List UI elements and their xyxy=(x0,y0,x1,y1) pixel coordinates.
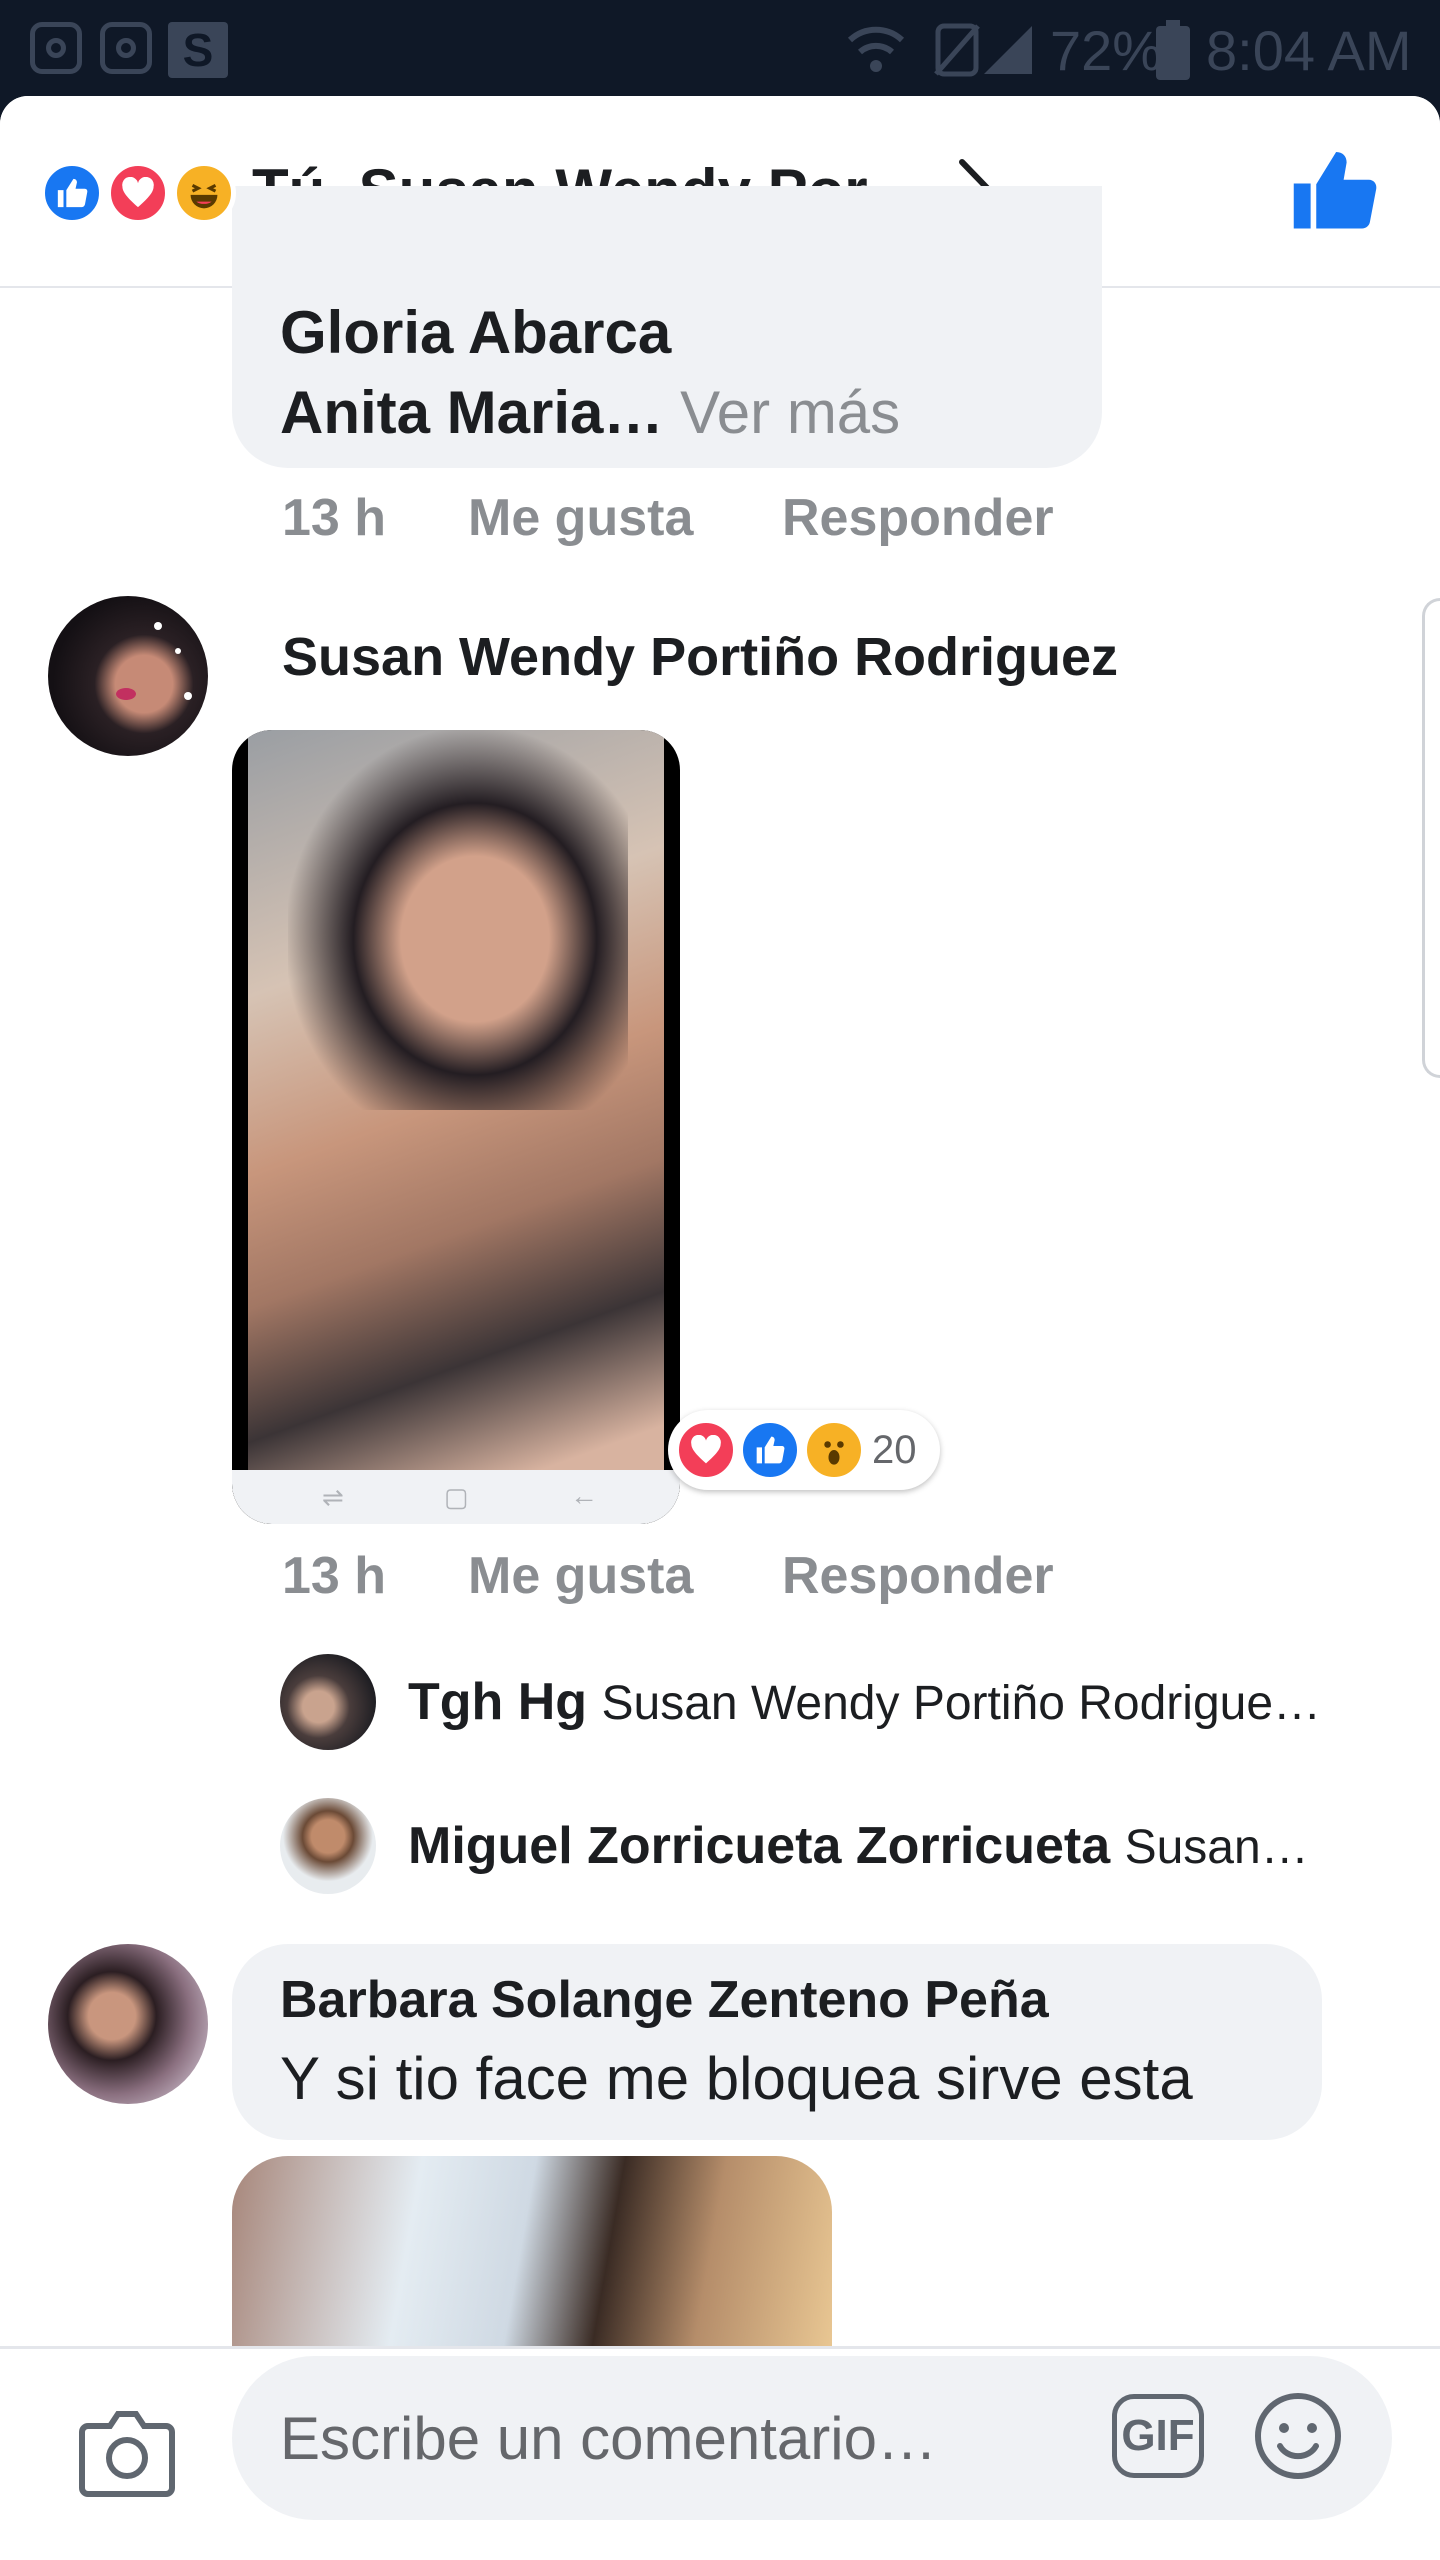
like-button-icon[interactable] xyxy=(1290,146,1380,236)
avatar-tgh[interactable] xyxy=(280,1654,376,1750)
wifi-icon xyxy=(847,26,905,72)
scrollbar-thumb[interactable] xyxy=(1422,598,1440,1078)
device-nav-bar: ⇌ ▢ ← xyxy=(232,1470,680,1524)
reply-preview-row[interactable]: Miguel Zorricueta Zorricueta Susan… xyxy=(280,1798,1400,1898)
comment-timestamp: 13 h xyxy=(282,489,387,547)
gif-button[interactable]: GIF xyxy=(1112,2394,1204,2478)
comment-author[interactable]: Gloria Abarca xyxy=(280,298,671,367)
reaction-summary-pill[interactable]: 20 xyxy=(668,1410,940,1490)
reply-button[interactable]: Responder xyxy=(782,488,1054,548)
instagram-icon xyxy=(30,22,82,74)
emoji-icon[interactable] xyxy=(1252,2390,1344,2482)
comment-author[interactable]: Barbara Solange Zenteno Peña xyxy=(280,1970,1049,2030)
camera-icon[interactable] xyxy=(78,2406,176,2498)
sparkle-decoration xyxy=(116,622,192,700)
battery-percent: 72% xyxy=(1050,19,1163,82)
reaction-count: 20 xyxy=(872,1428,917,1472)
reply-preview-row[interactable]: Tgh Hg Susan Wendy Portiño Rodrigue… xyxy=(280,1654,1400,1754)
mention-name[interactable]: Anita Maria… xyxy=(280,379,663,446)
comment-photo-attachment[interactable] xyxy=(232,2156,832,2356)
avatar-miguel[interactable] xyxy=(280,1798,376,1894)
love-reaction-icon xyxy=(106,161,170,225)
reply-text: Miguel Zorricueta Zorricueta Susan… xyxy=(408,1816,1309,1876)
like-reaction-icon xyxy=(738,1418,802,1482)
see-more-link[interactable]: Ver más xyxy=(680,379,900,446)
haha-reaction-icon xyxy=(172,161,236,225)
reply-snippet: Susan Wendy Portiño Rodrigue… xyxy=(601,1677,1322,1730)
reply-author[interactable]: Miguel Zorricueta Zorricueta xyxy=(408,1817,1110,1875)
comment-input-placeholder: Escribe un comentario… xyxy=(280,2405,937,2472)
avatar-barbara[interactable] xyxy=(48,1944,208,2104)
comment-bubble-gloria[interactable]: Gloria Abarca Anita Maria… Ver más xyxy=(232,186,1102,468)
comment-body: Y si tio face me bloquea sirve esta xyxy=(280,2045,1193,2112)
avatar-susan[interactable] xyxy=(48,596,208,756)
reaction-stack xyxy=(40,158,250,228)
like-reaction-icon xyxy=(40,161,104,225)
like-comment-button[interactable]: Me gusta xyxy=(468,1546,693,1606)
love-reaction-icon xyxy=(674,1418,738,1482)
reply-snippet: Susan… xyxy=(1124,1821,1309,1874)
instagram-icon-2 xyxy=(100,22,152,74)
comment-bubble-barbara[interactable]: Barbara Solange Zenteno Peña Y si tio fa… xyxy=(232,1944,1322,2140)
wow-reaction-icon xyxy=(802,1418,866,1482)
reply-button[interactable]: Responder xyxy=(782,1546,1054,1606)
comments-sheet: Tú, Susan Wendy Por… Gloria Abarca Anita… xyxy=(0,96,1440,2560)
comment-timestamp: 13 h xyxy=(282,1547,387,1605)
like-comment-button[interactable]: Me gusta xyxy=(468,488,693,548)
comment-input-field[interactable]: Escribe un comentario… GIF xyxy=(232,2356,1392,2520)
comment-photo-attachment[interactable]: ⇌ ▢ ← xyxy=(232,730,680,1524)
status-bar: S 72% 8:04 AM xyxy=(0,0,1440,100)
comment-body: Anita Maria… Ver más xyxy=(280,378,900,447)
reply-author[interactable]: Tgh Hg xyxy=(408,1673,587,1731)
app-notification-icon: S xyxy=(168,22,228,78)
reply-text: Tgh Hg Susan Wendy Portiño Rodrigue… xyxy=(408,1672,1321,1732)
no-sim-icon xyxy=(934,23,980,77)
clock: 8:04 AM xyxy=(1206,19,1412,82)
battery-icon xyxy=(1156,20,1190,80)
comment-author[interactable]: Susan Wendy Portiño Rodriguez xyxy=(282,626,1118,688)
signal-icon xyxy=(984,26,1032,74)
photo-content xyxy=(248,730,664,1470)
